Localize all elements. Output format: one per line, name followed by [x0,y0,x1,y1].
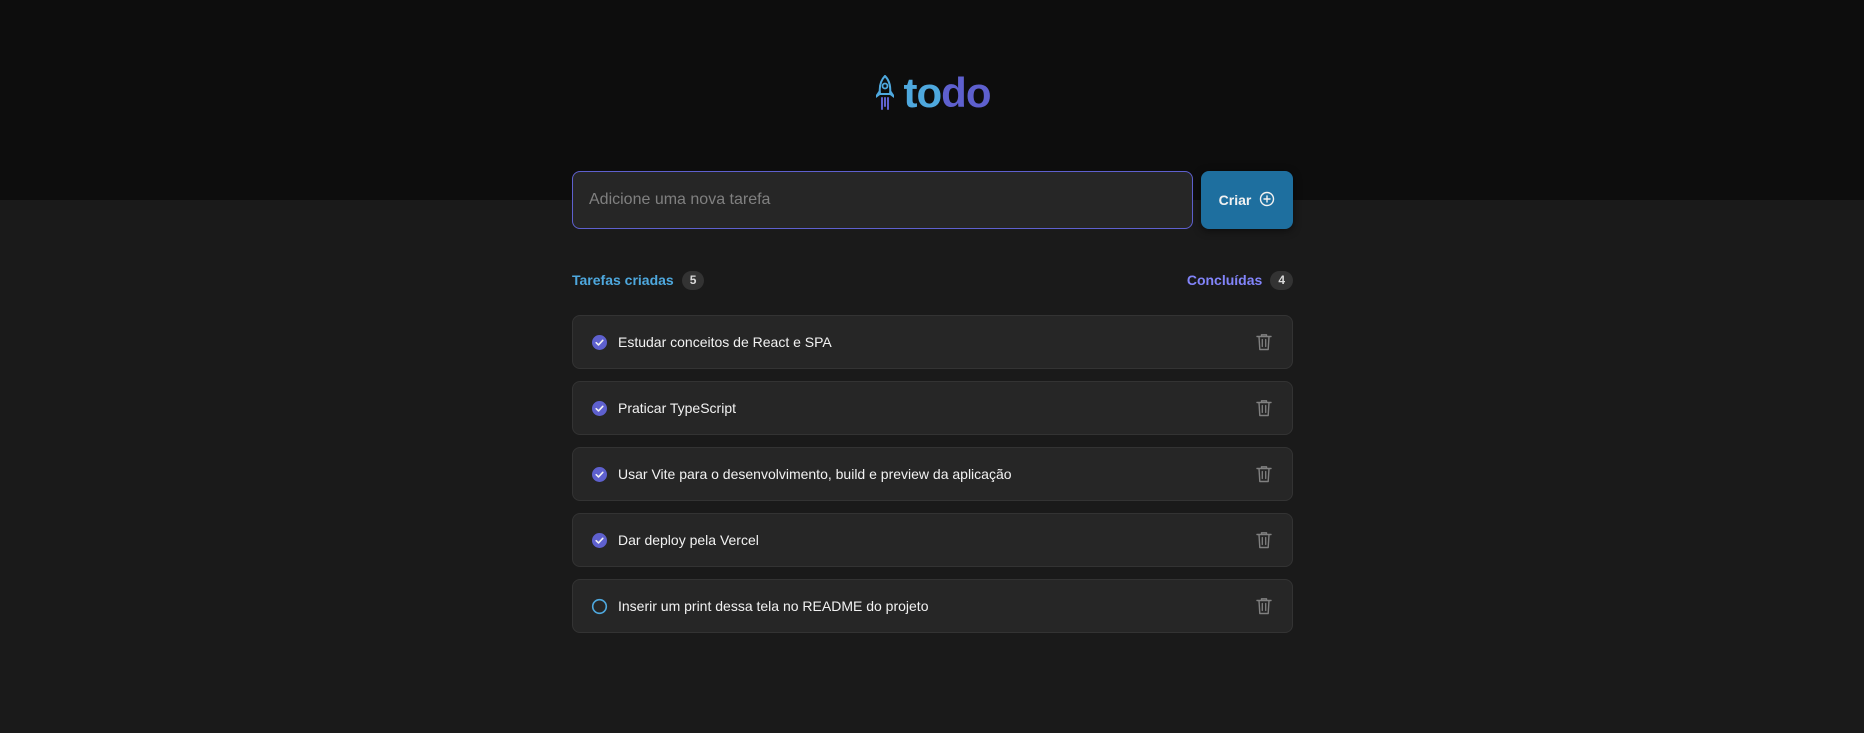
completed-count-badge: 4 [1270,270,1293,290]
trash-icon[interactable] [1252,462,1276,486]
task-checkbox-checked[interactable] [591,466,608,483]
create-button[interactable]: Criar [1201,171,1293,229]
task-list: Estudar conceitos de React e SPA Pratica… [572,315,1293,633]
task-item: Dar deploy pela Vercel [572,513,1293,567]
create-button-label: Criar [1218,192,1252,208]
plus-circle-icon [1259,191,1275,210]
app-title: todo [903,69,992,116]
completed-tasks-label: Concluídas [1186,272,1263,288]
created-tasks-label: Tarefas criadas [572,272,674,288]
trash-icon[interactable] [1252,528,1276,552]
logo: todo [0,72,1864,114]
trash-icon[interactable] [1252,396,1276,420]
task-checkbox-checked[interactable] [591,532,608,549]
trash-icon[interactable] [1252,594,1276,618]
created-tasks-stat: Tarefas criadas 5 [572,270,705,290]
new-task-form: Criar [572,171,1293,229]
task-item: Estudar conceitos de React e SPA [572,315,1293,369]
created-count-badge: 5 [681,270,705,290]
task-text: Praticar TypeScript [618,400,737,416]
completed-tasks-stat: Concluídas 4 [1186,270,1293,290]
task-text: Usar Vite para o desenvolvimento, build … [618,466,1012,482]
rocket-icon [874,75,896,111]
task-text: Estudar conceitos de React e SPA [618,334,832,350]
task-item: Inserir um print dessa tela no README do… [572,579,1293,633]
header: todo [0,0,1864,200]
task-stats: Tarefas criadas 5 Concluídas 4 [572,269,1293,291]
main-content: Criar Tarefas criadas 5 Concluídas 4 Est… [572,171,1293,633]
task-checkbox-checked[interactable] [591,400,608,417]
task-text: Dar deploy pela Vercel [618,532,759,548]
app-title-part2: do [941,69,991,116]
task-checkbox-checked[interactable] [591,334,608,351]
app-title-part1: to [903,69,943,116]
trash-icon[interactable] [1252,330,1276,354]
task-text: Inserir um print dessa tela no README do… [618,598,929,614]
task-item: Usar Vite para o desenvolvimento, build … [572,447,1293,501]
task-item: Praticar TypeScript [572,381,1293,435]
task-checkbox-unchecked[interactable] [591,598,608,615]
new-task-input[interactable] [572,171,1193,229]
